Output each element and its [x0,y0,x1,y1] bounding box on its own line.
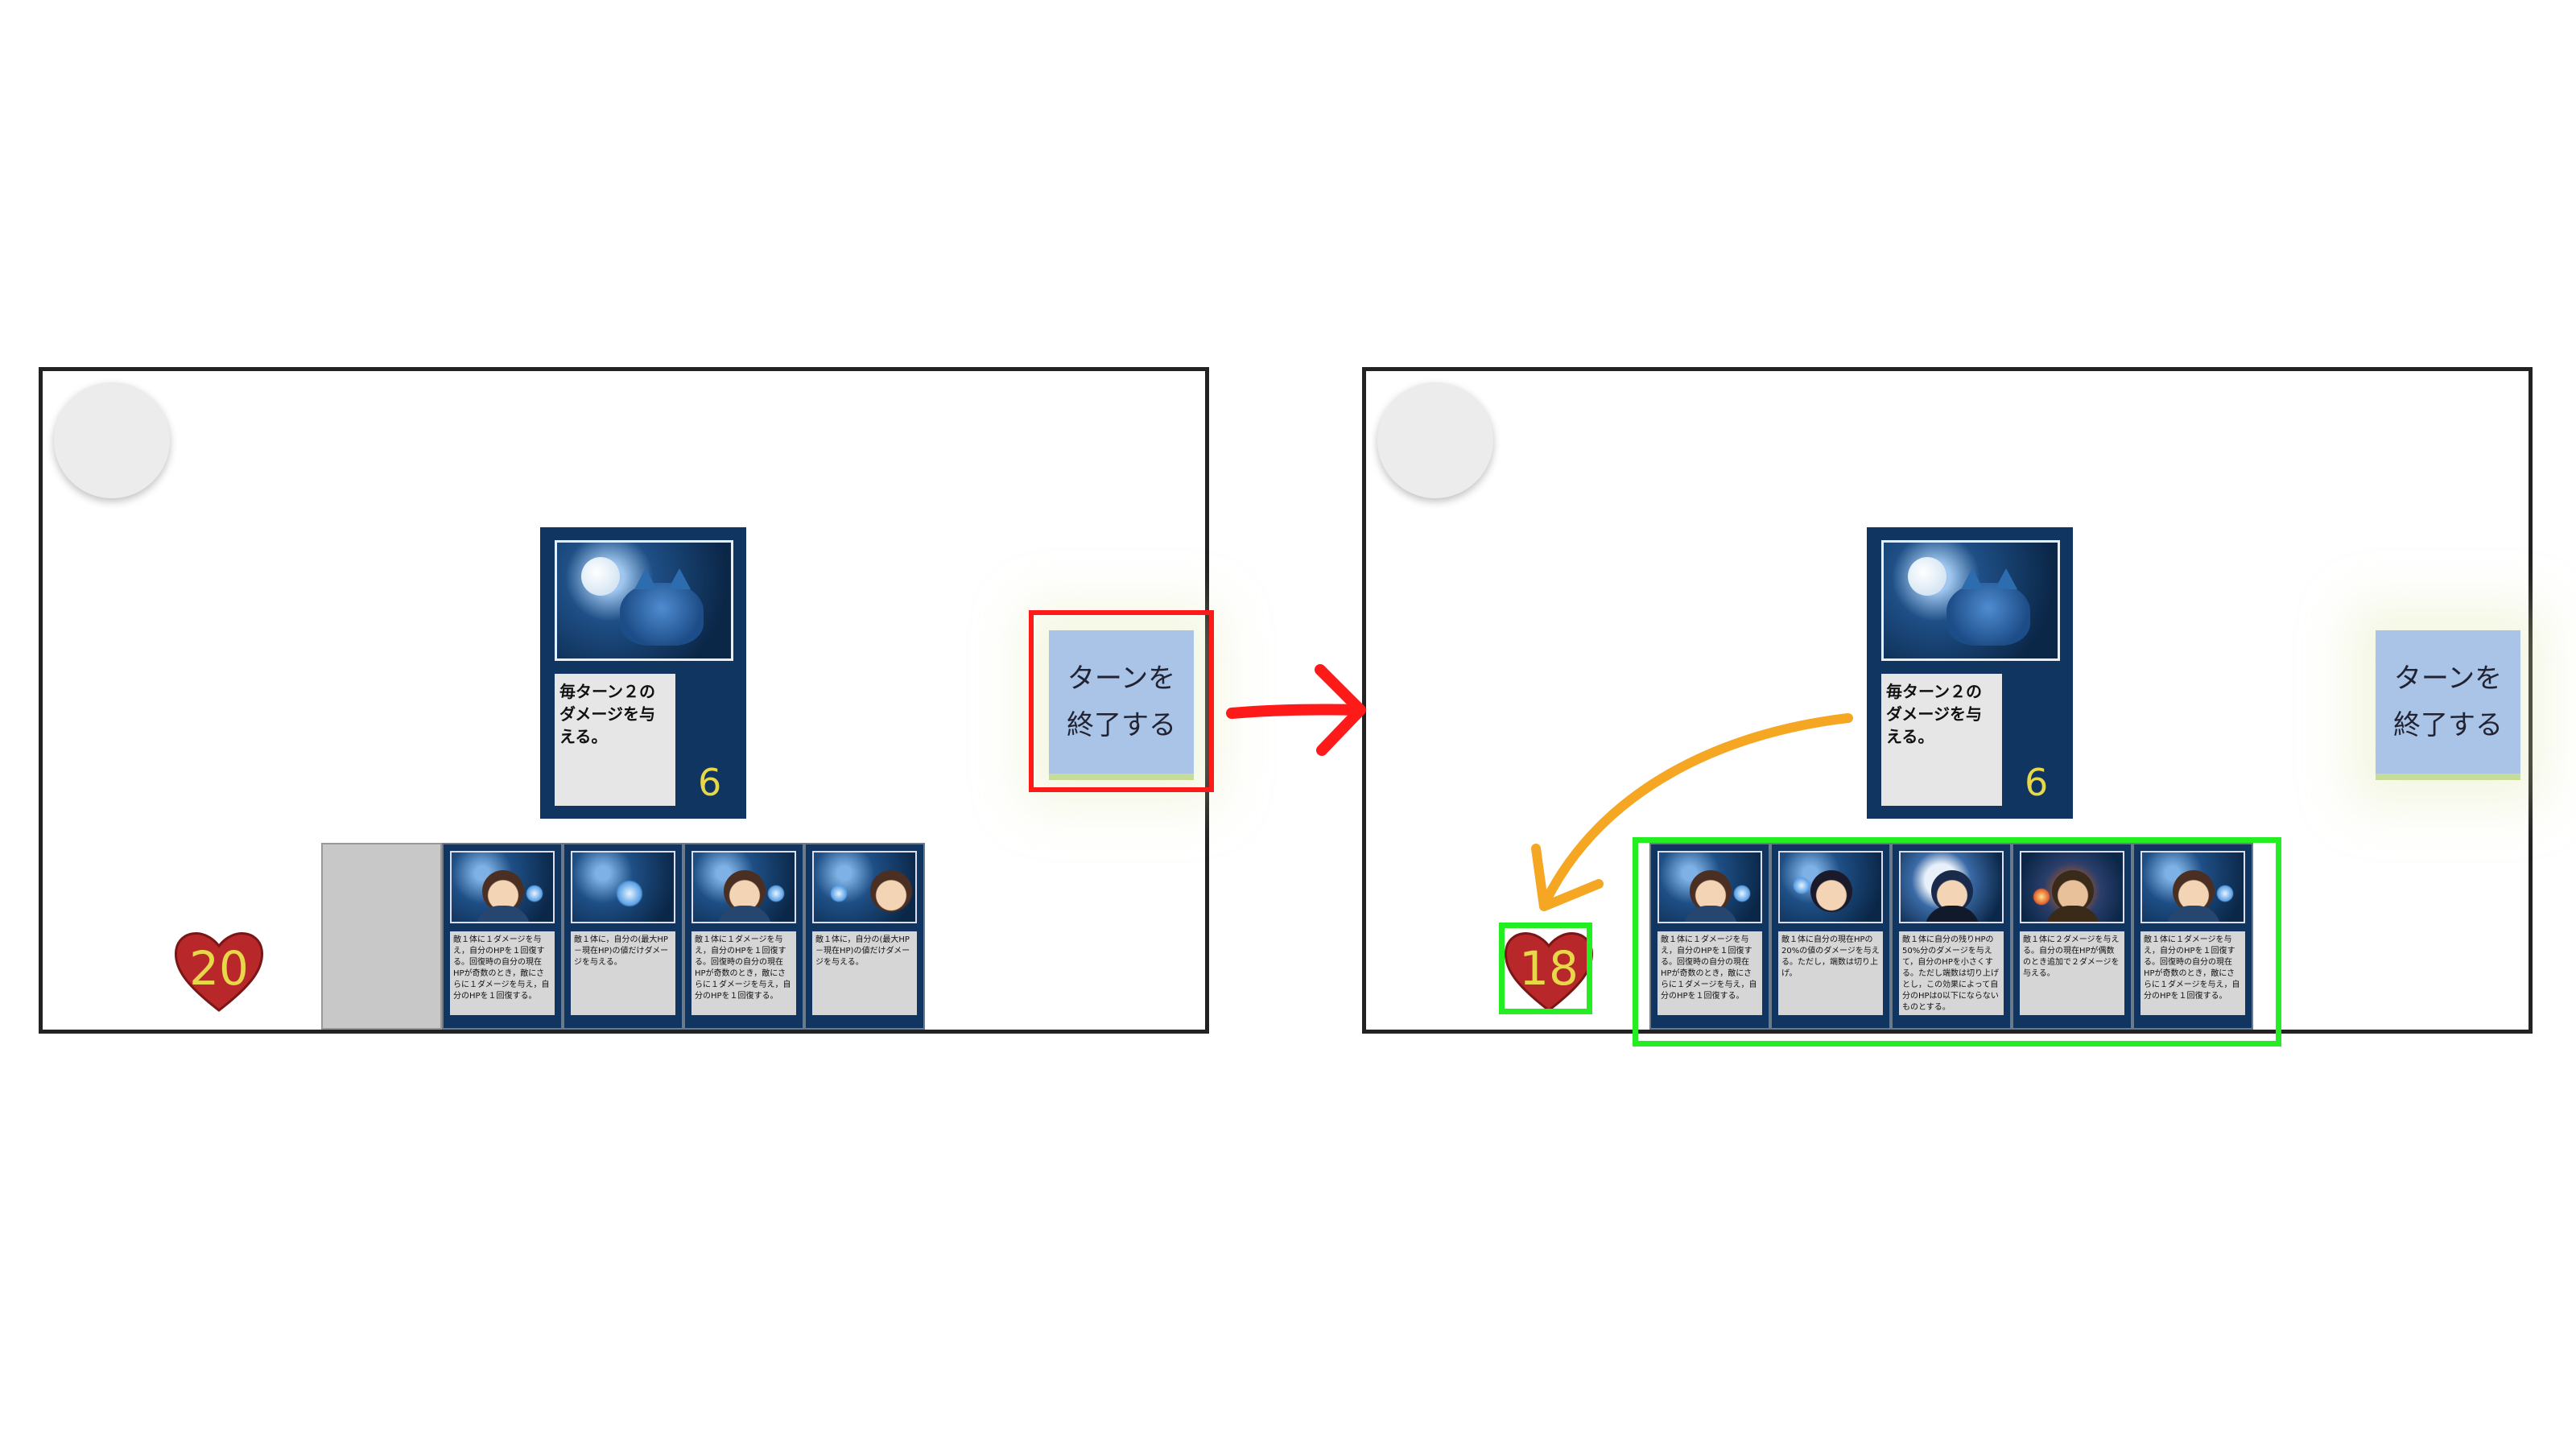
click-highlight-end-turn [1029,610,1214,792]
card-art [450,851,555,923]
player-hp-heart: 20 [171,927,266,1013]
enemy-card-text: 毎ターン２のダメージを与える。 [1881,674,2002,806]
card-art [571,851,675,923]
end-turn-button[interactable]: ターンを 終了する [2376,630,2520,780]
card-art [691,851,796,923]
result-highlight-hand [1633,837,2281,1046]
card-text: 敵１体に１ダメージを与え，自分のHPを１回復する。回復時の自分の現在HPが奇数の… [691,931,796,1015]
enemy-card[interactable]: 毎ターン２のダメージを与える。 6 [1867,527,2073,819]
hand-card[interactable]: 敵１体に，自分の(最大HP－現在HP)の値だけダメージを与える。 [563,843,683,1030]
hand-card[interactable]: 敵１体に１ダメージを与え，自分のHPを１回復する。回復時の自分の現在HPが奇数の… [442,843,563,1030]
opponent-avatar [54,382,170,498]
enemy-card-value: 6 [698,761,722,804]
card-art [812,851,917,923]
hand-card[interactable]: 敵１体に，自分の(最大HP－現在HP)の値だけダメージを与える。 [804,843,925,1030]
player-hp-value: 20 [189,941,249,996]
enemy-card[interactable]: 毎ターン２のダメージを与える。 6 [540,527,746,819]
result-highlight-hp [1499,923,1592,1014]
card-text: 敵１体に１ダメージを与え，自分のHPを１回復する。回復時の自分の現在HPが奇数の… [450,931,555,1015]
opponent-avatar [1377,382,1493,498]
card-text: 敵１体に，自分の(最大HP－現在HP)の値だけダメージを与える。 [812,931,917,1015]
player-hand: 敵１体に１ダメージを与え，自分のHPを１回復する。回復時の自分の現在HPが奇数の… [321,843,925,1030]
card-text: 敵１体に，自分の(最大HP－現在HP)の値だけダメージを与える。 [571,931,675,1015]
deck-slot[interactable] [321,843,442,1030]
hand-card[interactable]: 敵１体に１ダメージを与え，自分のHPを１回復する。回復時の自分の現在HPが奇数の… [683,843,804,1030]
enemy-card-text: 毎ターン２のダメージを与える。 [555,674,675,806]
transition-arrow-icon [1226,664,1366,756]
enemy-card-value: 6 [2025,761,2049,804]
wolf-card-art [1881,540,2060,661]
wolf-card-art [555,540,733,661]
